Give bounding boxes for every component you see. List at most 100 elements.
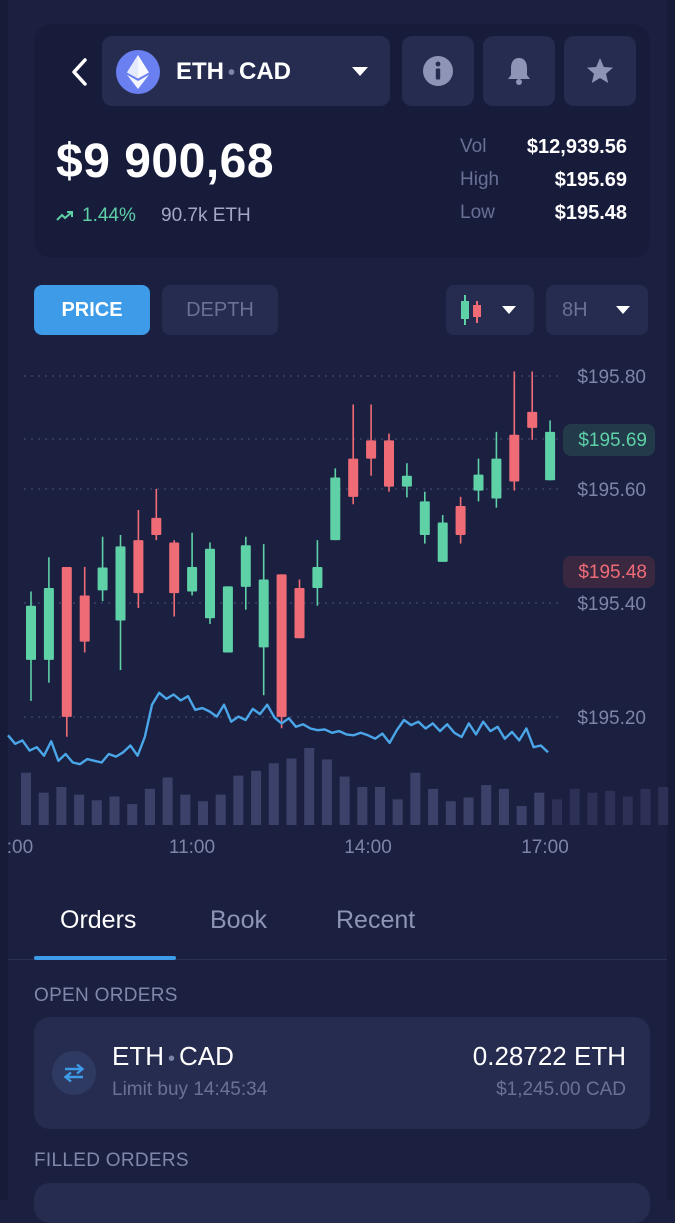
pair-quote: CAD [239, 58, 292, 85]
candle-body [43, 588, 54, 660]
candle-body [509, 434, 520, 482]
volume-bar [357, 787, 368, 825]
order-pair: ETH • CAD [112, 1041, 234, 1072]
x-tick-label: :00 [7, 837, 33, 858]
volume-bar [552, 799, 562, 825]
candlestick-icon [461, 295, 481, 325]
volume-bar [516, 806, 527, 825]
chart-type-selector[interactable] [446, 285, 534, 335]
candle-body [401, 475, 412, 487]
favorite-button[interactable] [564, 36, 636, 106]
volume-bar [56, 787, 67, 825]
tab-depth[interactable]: DEPTH [162, 285, 278, 335]
trend-up-icon [56, 211, 73, 221]
volume-bar [162, 777, 173, 825]
order-base: ETH [112, 1041, 164, 1071]
candle-body [26, 605, 36, 660]
candle-body [222, 586, 233, 653]
volume-bar [392, 799, 403, 825]
stat-value: $195.48 [554, 202, 627, 224]
volume-bar [21, 772, 31, 825]
tab-orders[interactable]: Orders [60, 906, 136, 935]
price-change-value: 1.44% [82, 205, 136, 226]
high-badge-label: $195.69 [578, 430, 647, 451]
swap-arrows-icon [52, 1051, 96, 1095]
volume-bar [339, 776, 350, 825]
y-tick-label: $195.60 [577, 480, 646, 501]
candle-body [258, 579, 269, 648]
open-orders-title: OPEN ORDERS [34, 985, 178, 1006]
volume-bar [658, 787, 669, 825]
info-button[interactable] [402, 36, 474, 106]
candle-body [384, 440, 394, 487]
volume-bar [321, 759, 332, 825]
candle-body [312, 566, 323, 589]
price-chart[interactable]: $195.80 $195.60 $195.40 $195.20 $195.69 $195.… [0, 360, 675, 865]
candle-body [97, 567, 108, 591]
candle-body [491, 458, 502, 499]
volume-bar [109, 796, 120, 825]
timeframe-label: 8H [562, 299, 588, 321]
order-quote: CAD [179, 1041, 234, 1071]
chevron-left-icon [72, 58, 87, 86]
alert-button[interactable] [483, 36, 555, 106]
tab-recent[interactable]: Recent [336, 906, 415, 935]
volume-bar [74, 794, 85, 825]
active-tab-indicator [34, 956, 176, 960]
low-badge-label: $195.48 [578, 562, 647, 583]
star-icon [587, 58, 613, 83]
y-tick-label: $195.40 [577, 594, 646, 615]
tab-book[interactable]: Book [210, 906, 267, 935]
candle-body [455, 505, 466, 536]
stat-high: High $195.69 [460, 169, 630, 202]
volume-bar [569, 788, 580, 825]
volume-bar [463, 797, 474, 825]
order-time: 14:45:34 [193, 1079, 268, 1100]
candle-body [473, 474, 484, 491]
pair-selector[interactable]: ETH • CAD [102, 36, 390, 106]
candle-body [545, 431, 556, 481]
stat-low: Low $195.48 [460, 202, 630, 235]
candle-body [527, 411, 538, 428]
order-amount: 0.28722 ETH [472, 1041, 626, 1071]
ethereum-icon [116, 50, 160, 94]
volume-bar [498, 788, 509, 825]
x-tick-label: 17:00 [521, 837, 569, 858]
stats-list: Vol $12,939.56 High $195.69 Low $195.48 [460, 136, 630, 235]
volume-bar [587, 792, 598, 825]
volume-bar [640, 788, 651, 825]
order-amount-cad: $1,245.00 CAD [496, 1079, 626, 1100]
candle-body [133, 540, 144, 594]
back-button[interactable] [58, 48, 102, 96]
volume-bar [91, 800, 102, 825]
y-tick-label: $195.20 [577, 708, 646, 729]
candle-body [79, 595, 90, 642]
stat-vol: Vol $12,939.56 [460, 136, 630, 169]
current-price: $9 900,68 [56, 135, 275, 188]
volume-bar [481, 785, 492, 825]
trading-screen: ETH•CAD $9 900,68 1.44% 90.7k ETH Vol [0, 0, 675, 1223]
open-order-card[interactable]: ETH • CAD Limit buy 14:45:34 0.28722 ETH $… [34, 1017, 650, 1129]
volume-bar [622, 796, 633, 825]
candle-body [366, 440, 377, 459]
chevron-down-icon [502, 306, 516, 314]
pair-separator: • [228, 62, 236, 84]
candle-body [151, 517, 162, 536]
timeframe-selector[interactable]: 8H [546, 285, 648, 335]
tab-price[interactable]: PRICE [34, 285, 150, 335]
volume-bar [215, 794, 226, 825]
volume-bar [534, 792, 545, 825]
filled-order-card[interactable] [34, 1183, 650, 1223]
y-tick-label: $195.80 [577, 367, 646, 388]
stat-label: Vol [460, 136, 487, 157]
filled-orders-title: FILLED ORDERS [34, 1150, 189, 1171]
order-type: Limit buy [112, 1079, 189, 1100]
candle-body [187, 566, 198, 592]
stat-label: High [460, 169, 500, 190]
chevron-down-icon [616, 306, 630, 314]
info-icon [423, 56, 453, 86]
bell-icon [508, 58, 530, 85]
volume-bar [410, 772, 421, 825]
candle-body [348, 458, 359, 497]
candle-body [437, 522, 448, 562]
